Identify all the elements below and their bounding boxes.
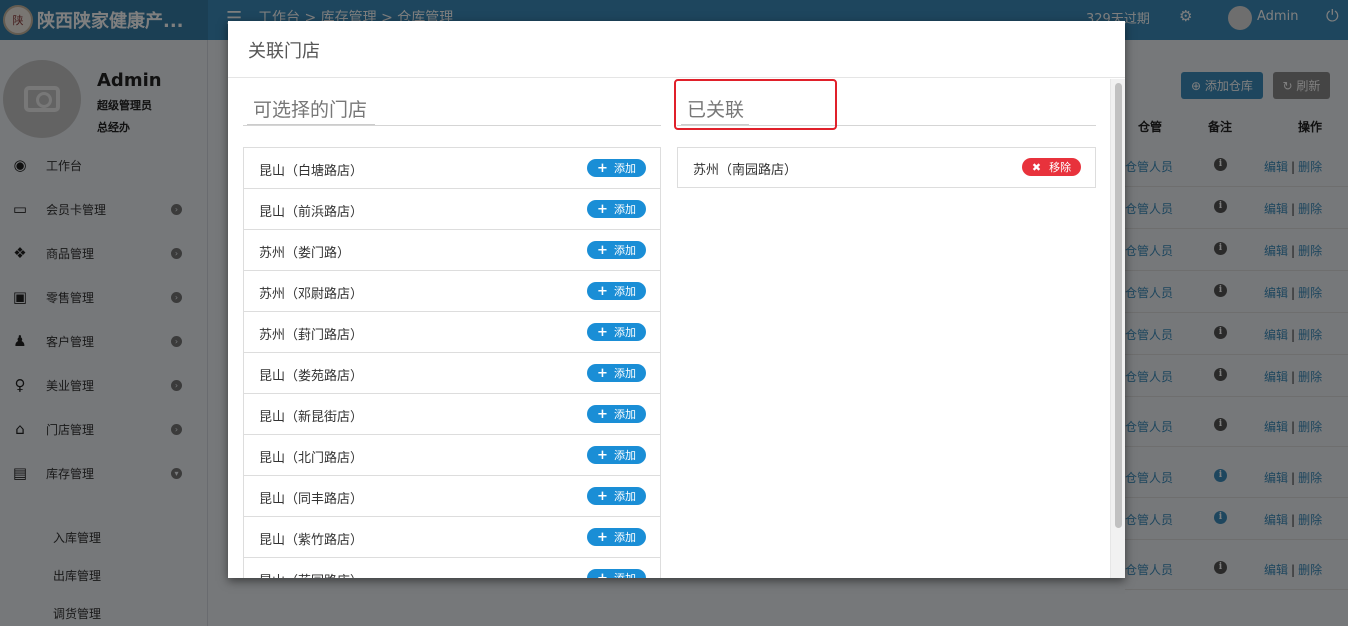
plus-icon: + [597, 488, 608, 504]
available-divider [243, 125, 661, 126]
add-label: 添加 [613, 326, 636, 339]
store-name: 昆山（北门路店） [259, 451, 364, 466]
add-label: 添加 [613, 244, 636, 257]
highlight-annotation [674, 79, 837, 130]
list-item: 昆山（北门路店） + 添加 [244, 435, 660, 476]
plus-icon: + [597, 529, 608, 545]
add-store-button[interactable]: + 添加 [587, 405, 646, 423]
store-name: 苏州（娄门路） [259, 246, 351, 261]
store-name: 昆山（白塘路店） [259, 164, 364, 179]
modal-body: 可选择的门店 已关联 昆山（白塘路店） + 添加 昆山（前浜路店） + 添加 苏州（娄门路）… [228, 79, 1125, 578]
list-item: 昆山（前浜路店） + 添加 [244, 189, 660, 230]
list-item: 昆山（花园路店） + 添加 [244, 558, 660, 578]
plus-icon: + [597, 365, 608, 381]
add-label: 添加 [613, 285, 636, 298]
linked-store-list: 苏州（南园路店） ✖ 移除 [677, 147, 1096, 188]
add-store-button[interactable]: + 添加 [587, 569, 646, 578]
add-label: 添加 [614, 570, 636, 578]
available-store-list: 昆山（白塘路店） + 添加 昆山（前浜路店） + 添加 苏州（娄门路） + 添加 苏州（邓尉路店）… [243, 147, 661, 578]
store-name: 昆山（花园路店） [259, 570, 363, 578]
scrollbar-thumb[interactable] [1115, 83, 1122, 528]
add-store-button[interactable]: + 添加 [587, 487, 646, 505]
add-label: 添加 [613, 490, 636, 503]
store-name: 昆山（娄苑路店） [259, 369, 364, 384]
list-item: 苏州（娄门路） + 添加 [244, 230, 660, 271]
modal-title: 关联门店 [248, 41, 320, 62]
available-stores-title: 可选择的门店 [253, 99, 368, 121]
add-label: 添加 [613, 531, 636, 544]
add-label: 添加 [613, 367, 636, 380]
store-name: 昆山（紫竹路店） [259, 533, 364, 548]
modal-header: 关联门店 [228, 21, 1125, 78]
plus-icon: + [597, 283, 608, 299]
add-store-button[interactable]: + 添加 [587, 323, 646, 341]
list-item: 昆山（紫竹路店） + 添加 [244, 517, 660, 558]
plus-icon: + [597, 406, 608, 422]
store-name: 昆山（同丰路店） [259, 492, 364, 507]
add-store-button[interactable]: + 添加 [587, 200, 646, 218]
modal-scrollbar[interactable] [1110, 79, 1125, 578]
list-item: 昆山（娄苑路店） + 添加 [244, 353, 660, 394]
add-label: 添加 [613, 162, 636, 175]
plus-icon: + [597, 201, 608, 217]
remove-label: 移除 [1049, 161, 1072, 174]
plus-icon: + [597, 447, 608, 463]
add-label: 添加 [613, 203, 636, 216]
add-store-button[interactable]: + 添加 [587, 159, 646, 177]
add-store-button[interactable]: + 添加 [587, 282, 646, 300]
plus-icon: + [597, 160, 608, 176]
list-item: 昆山（新昆街店） + 添加 [244, 394, 660, 435]
store-name: 苏州（南园路店） [693, 163, 798, 178]
add-store-button[interactable]: + 添加 [587, 364, 646, 382]
close-icon: ✖ [1031, 160, 1042, 174]
list-item: 昆山（白塘路店） + 添加 [244, 148, 660, 189]
link-store-modal: 关联门店 可选择的门店 已关联 昆山（白塘路店） + 添加 昆山（前浜路店） + 添加 苏州… [228, 21, 1125, 578]
store-name: 昆山（新昆街店） [259, 410, 364, 425]
list-item: 苏州（邓尉路店） + 添加 [244, 271, 660, 312]
store-name: 苏州（邓尉路店） [259, 287, 364, 302]
list-item: 昆山（同丰路店） + 添加 [244, 476, 660, 517]
plus-icon: + [597, 242, 608, 258]
add-store-button[interactable]: + 添加 [587, 446, 646, 464]
store-name: 苏州（葑门路店） [259, 328, 364, 343]
plus-icon: + [597, 570, 608, 579]
remove-store-button[interactable]: ✖ 移除 [1022, 158, 1081, 176]
add-store-button[interactable]: + 添加 [587, 241, 646, 259]
list-item: 苏州（葑门路店） + 添加 [244, 312, 660, 353]
add-label: 添加 [613, 449, 636, 462]
add-label: 添加 [613, 408, 636, 421]
plus-icon: + [597, 324, 608, 340]
list-item: 苏州（南园路店） ✖ 移除 [678, 148, 1095, 187]
add-store-button[interactable]: + 添加 [587, 528, 646, 546]
store-name: 昆山（前浜路店） [259, 205, 364, 220]
